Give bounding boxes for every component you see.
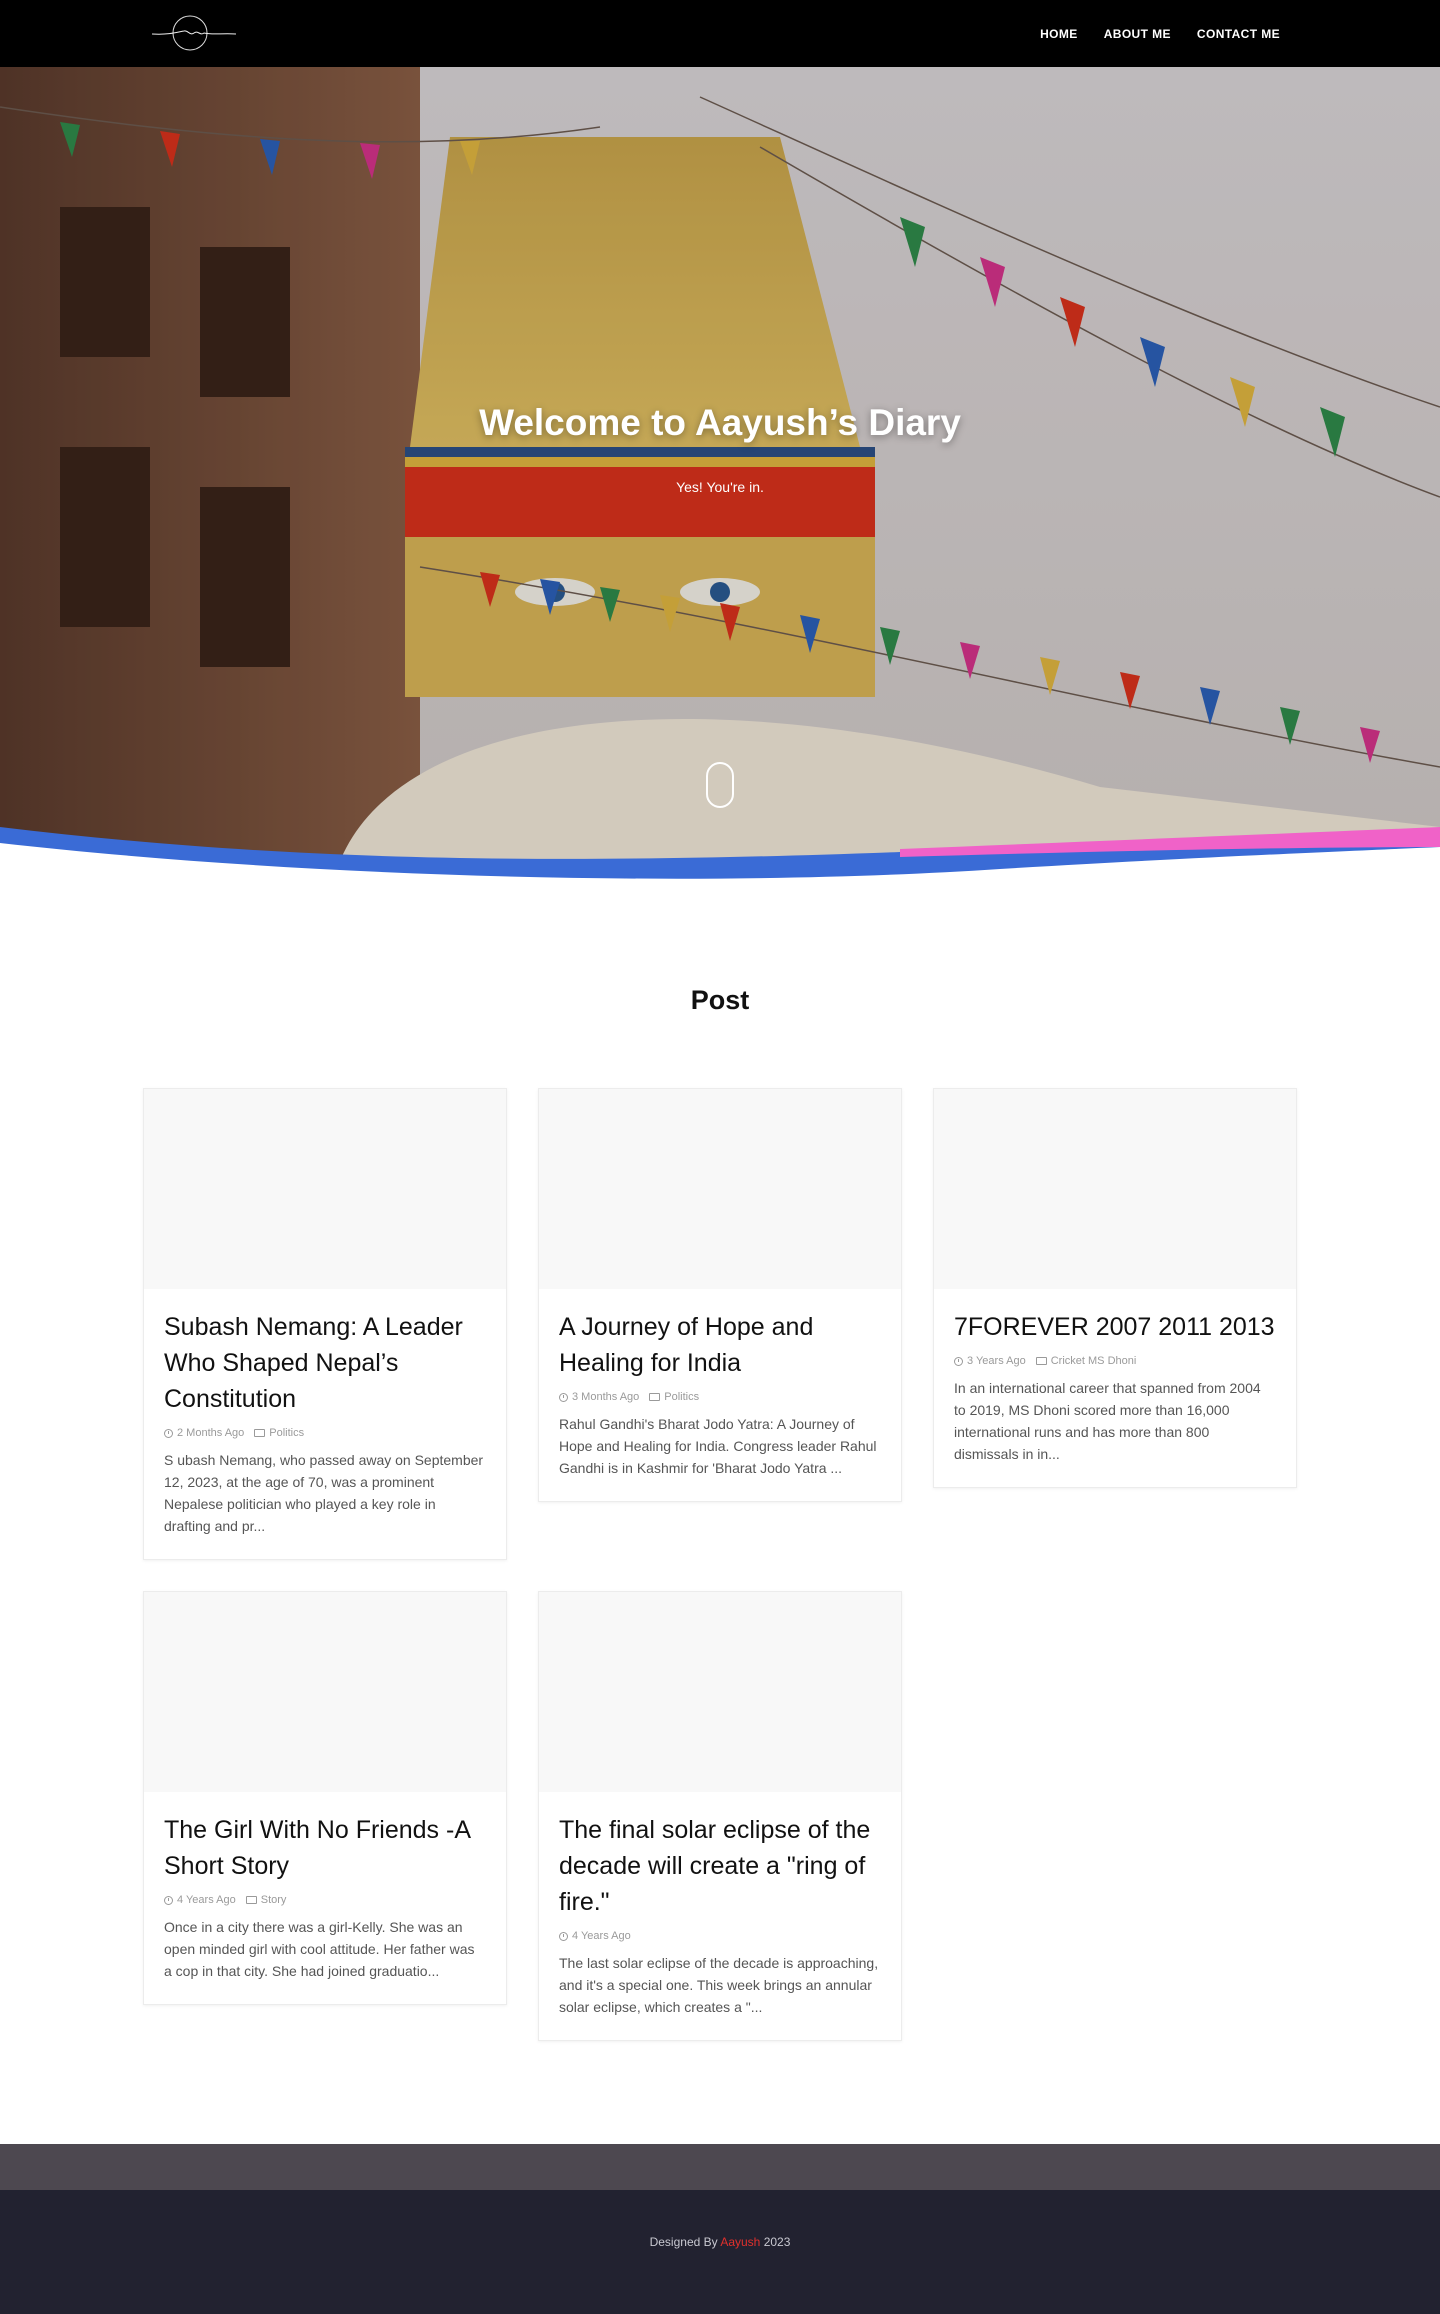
category-icon [649, 1393, 661, 1401]
post-category-text[interactable]: Politics [664, 1391, 699, 1403]
post-title[interactable]: A Journey of Hope and Healing for India [559, 1309, 881, 1381]
post-card[interactable]: The final solar eclipse of the decade wi… [538, 1591, 902, 2041]
clock-icon [559, 1392, 568, 1402]
post-category: Story [245, 1894, 287, 1906]
hero-title: Welcome to Aayush’s Diary [479, 402, 961, 443]
post-category-text[interactable]: Cricket MS Dhoni [1051, 1355, 1137, 1367]
post-date-text: 4 Years Ago [177, 1894, 236, 1906]
post-category-text[interactable]: Politics [269, 1427, 304, 1439]
post-excerpt: Once in a city there was a girl-Kelly. S… [164, 1919, 475, 1979]
post-title[interactable]: The final solar eclipse of the decade wi… [559, 1812, 881, 1920]
post-card-body: 7FOREVER 2007 2011 2013 3 Years Ago Cric… [934, 1289, 1296, 1487]
category-icon [254, 1429, 266, 1437]
clock-icon [164, 1428, 173, 1438]
post-category-text[interactable]: Story [261, 1894, 287, 1906]
post-title[interactable]: Subash Nemang: A Leader Who Shaped Nepal… [164, 1309, 486, 1417]
footer: Designed By Aayush 2023 [0, 2190, 1440, 2314]
post-excerpt: In an international career that spanned … [954, 1380, 1261, 1462]
nav-about-link[interactable]: ABOUT ME [1104, 27, 1171, 41]
post-thumbnail [144, 1592, 506, 1792]
clock-icon [559, 1931, 568, 1941]
post-date-text: 4 Years Ago [572, 1930, 631, 1942]
post-thumbnail [539, 1089, 901, 1289]
hero-subtitle: Yes! You're in. [676, 479, 764, 495]
nav-contact-link[interactable]: CONTACT ME [1197, 27, 1280, 41]
post-meta: 4 Years Ago Story [164, 1894, 486, 1906]
post-date: 3 Months Ago [559, 1391, 639, 1403]
post-date: 4 Years Ago [164, 1894, 236, 1906]
post-date-text: 3 Years Ago [967, 1355, 1026, 1367]
post-card[interactable]: The Girl With No Friends -A Short Story … [143, 1591, 507, 2005]
nav-links: HOME ABOUT ME CONTACT ME [1040, 0, 1280, 67]
signature-logo[interactable] [150, 13, 238, 53]
footer-prefix: Designed By [649, 2235, 718, 2249]
top-navbar: HOME ABOUT ME CONTACT ME [0, 0, 1440, 67]
post-excerpt: The last solar eclipse of the decade is … [559, 1955, 879, 2015]
footer-credit: Designed By Aayush 2023 [0, 2235, 1440, 2249]
post-meta: 3 Months Ago Politics [559, 1391, 881, 1403]
post-meta: 3 Years Ago Cricket MS Dhoni [954, 1355, 1276, 1367]
post-thumbnail [144, 1089, 506, 1289]
post-card-body: Subash Nemang: A Leader Who Shaped Nepal… [144, 1289, 506, 1559]
post-title[interactable]: The Girl With No Friends -A Short Story [164, 1812, 486, 1884]
hero-banner: Welcome to Aayush’s Diary Yes! You're in… [0, 67, 1440, 897]
post-card-body: The Girl With No Friends -A Short Story … [144, 1792, 506, 2004]
post-category: Politics [254, 1427, 304, 1439]
post-title[interactable]: 7FOREVER 2007 2011 2013 [954, 1309, 1276, 1345]
post-thumbnail [934, 1089, 1296, 1289]
clock-icon [954, 1356, 963, 1366]
post-meta: 4 Years Ago [559, 1930, 881, 1942]
post-card[interactable]: A Journey of Hope and Healing for India … [538, 1088, 902, 1502]
footer-top-band [0, 2144, 1440, 2190]
post-date: 3 Years Ago [954, 1355, 1026, 1367]
post-meta: 2 Months Ago Politics [164, 1427, 486, 1439]
footer-brand-link[interactable]: Aayush [720, 2235, 760, 2249]
footer-year: 2023 [763, 2235, 791, 2249]
posts-section-heading: Post [690, 985, 750, 1015]
post-thumbnail [539, 1592, 901, 1792]
post-date: 2 Months Ago [164, 1427, 244, 1439]
post-category: Politics [649, 1391, 699, 1403]
post-excerpt: Rahul Gandhi's Bharat Jodo Yatra: A Jour… [559, 1416, 877, 1476]
hero-wave-divider [0, 827, 1440, 897]
post-card[interactable]: Subash Nemang: A Leader Who Shaped Nepal… [143, 1088, 507, 1560]
post-card[interactable]: 7FOREVER 2007 2011 2013 3 Years Ago Cric… [933, 1088, 1297, 1488]
clock-icon [164, 1895, 173, 1905]
post-card-body: A Journey of Hope and Healing for India … [539, 1289, 901, 1501]
post-category: Cricket MS Dhoni [1035, 1355, 1137, 1367]
mouse-scroll-icon[interactable] [706, 762, 734, 808]
post-excerpt: S ubash Nemang, who passed away on Septe… [164, 1452, 484, 1534]
post-card-body: The final solar eclipse of the decade wi… [539, 1792, 901, 2040]
post-date-text: 2 Months Ago [177, 1427, 245, 1439]
category-icon [1035, 1357, 1047, 1365]
post-date: 4 Years Ago [559, 1930, 631, 1942]
post-date-text: 3 Months Ago [572, 1391, 640, 1403]
nav-home-link[interactable]: HOME [1040, 27, 1078, 41]
category-icon [245, 1896, 257, 1904]
